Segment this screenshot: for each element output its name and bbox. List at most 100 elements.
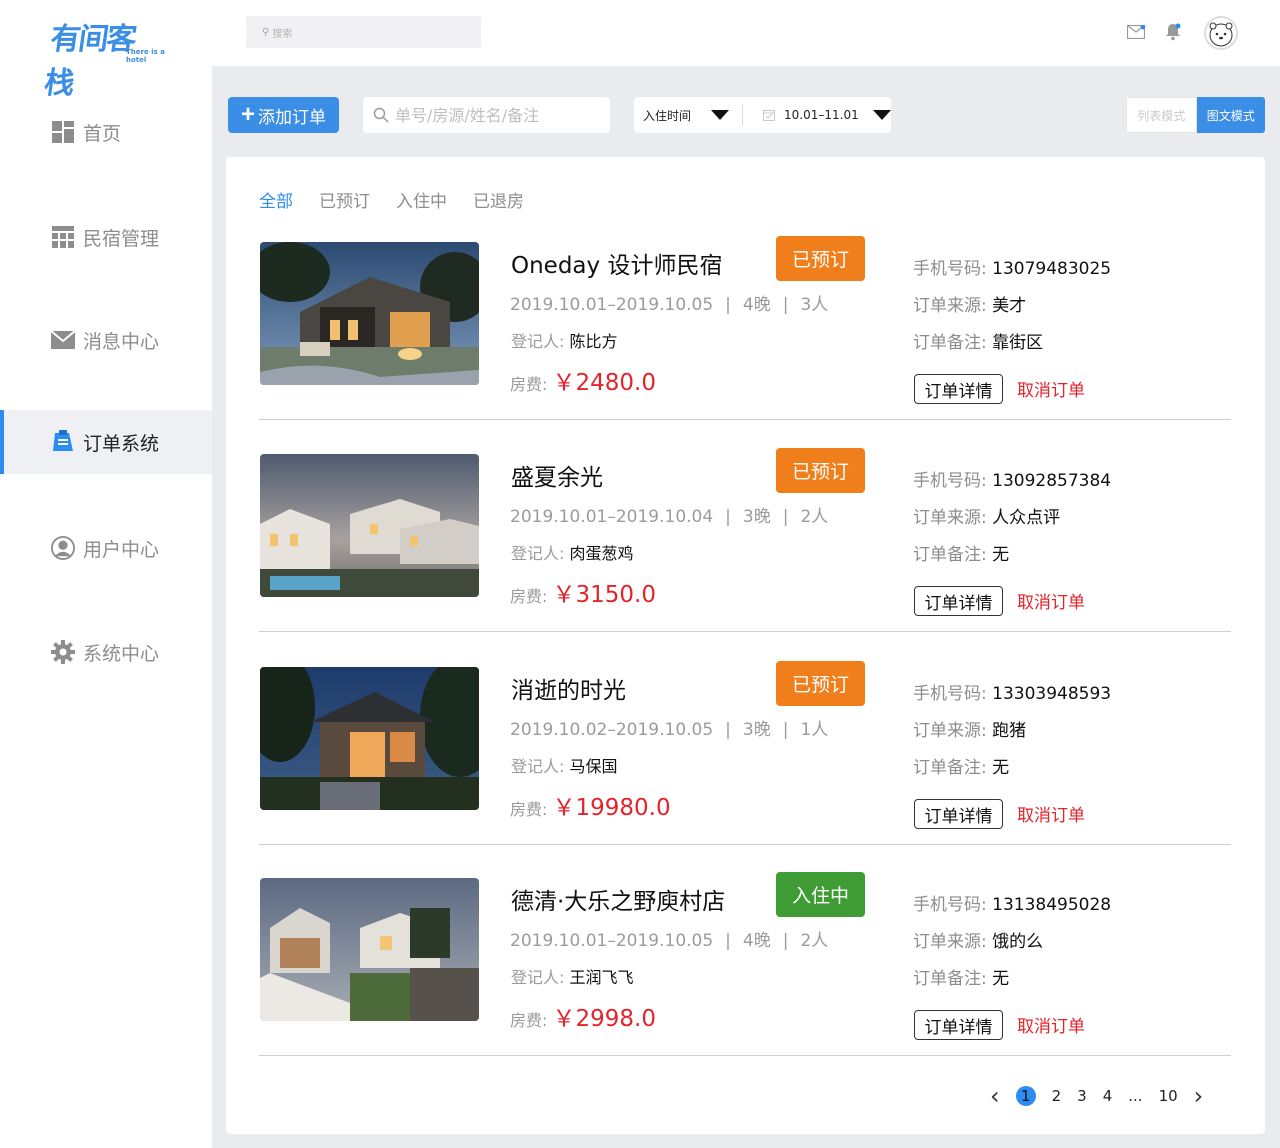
dashboard-grid-icon [51, 120, 75, 144]
remark-value: 无 [992, 969, 1010, 989]
source-value: 饿的么 [992, 932, 1044, 952]
view-mode-toggle: 列表模式 图文模式 [1126, 97, 1265, 133]
registrant-label: 登记人: [511, 544, 565, 563]
cancel-order-button[interactable]: 取消订单 [1017, 376, 1085, 401]
order-detail-button[interactable]: 订单详情 [914, 374, 1003, 404]
stay-nights: 4晚 [742, 931, 771, 951]
order-clipboard-icon [51, 430, 75, 454]
tab-checked-in[interactable]: 入住中 [396, 187, 447, 212]
phone-value: 13138495028 [992, 895, 1112, 915]
status-badge: 已预订 [776, 448, 865, 493]
gear-icon [51, 640, 75, 664]
bell-icon[interactable] [1163, 22, 1183, 42]
fee-label: 房费: [510, 800, 548, 819]
remark-row: 订单备注: 靠街区 [913, 328, 1043, 353]
phone-value: 13303948593 [992, 684, 1112, 704]
tab-booked[interactable]: 已预订 [319, 187, 370, 212]
app-logo[interactable]: 有间客栈 There is a hotel [42, 12, 165, 101]
order-detail-button[interactable]: 订单详情 [914, 799, 1003, 829]
property-photo[interactable] [260, 242, 479, 385]
divider [259, 631, 1231, 632]
plus-icon: + [240, 101, 255, 128]
search-icon [373, 107, 389, 123]
phone-label: 手机号码: [913, 895, 987, 915]
stay-meta: 2019.10.01–2019.10.04 | 3晚 | 2人 [510, 507, 829, 527]
phone-value: 13079483025 [992, 259, 1112, 279]
registrant-row: 登记人: 马保国 [511, 753, 618, 777]
order-detail-button[interactable]: 订单详情 [914, 1010, 1003, 1040]
fee-row: 房费: ￥2480.0 [510, 363, 656, 397]
fee-label: 房费: [510, 375, 548, 394]
stay-meta: 2019.10.01–2019.10.05 | 4晚 | 2人 [510, 931, 829, 951]
stay-guests: 2人 [800, 931, 829, 951]
cancel-order-button[interactable]: 取消订单 [1017, 1012, 1085, 1037]
status-badge: 已预订 [776, 661, 865, 706]
list-mode-button[interactable]: 列表模式 [1126, 97, 1197, 133]
property-photo[interactable] [260, 878, 479, 1021]
source-label: 订单来源: [913, 932, 987, 952]
tab-checked-out[interactable]: 已退房 [473, 187, 524, 212]
property-photo[interactable] [260, 454, 479, 597]
registrant-row: 登记人: 陈比方 [511, 328, 618, 352]
property-name: Oneday 设计师民宿 [511, 253, 723, 279]
global-search-input[interactable]: ⚲ 搜索 [246, 16, 481, 48]
checkin-time-select[interactable]: 入住时间 [634, 107, 742, 124]
page-1[interactable]: 1 [1015, 1086, 1036, 1106]
page-10[interactable]: 10 [1159, 1087, 1178, 1105]
add-order-label: 添加订单 [258, 107, 326, 127]
sidebar-item-system[interactable]: 系统中心 [0, 620, 212, 684]
source-row: 订单来源: 美才 [913, 291, 1026, 316]
source-label: 订单来源: [913, 721, 987, 741]
mail-icon[interactable] [1126, 22, 1146, 42]
cancel-order-button[interactable]: 取消订单 [1017, 801, 1085, 826]
logo-tagline: There is a hotel [126, 48, 165, 64]
sidebar-item-label: 系统中心 [83, 642, 160, 665]
tab-all[interactable]: 全部 [259, 187, 293, 212]
chevron-right-icon[interactable]: › [1194, 1084, 1204, 1108]
stay-nights: 4晚 [742, 295, 771, 315]
property-name: 消逝的时光 [511, 678, 626, 704]
remark-value: 无 [992, 758, 1010, 778]
top-bar: ⚲ 搜索 [212, 0, 1280, 66]
order-search-input[interactable] [395, 105, 595, 125]
phone-label: 手机号码: [913, 259, 987, 279]
checkin-time-label: 入住时间 [643, 108, 692, 123]
source-row: 订单来源: 饿的么 [913, 927, 1043, 952]
cancel-order-button[interactable]: 取消订单 [1017, 588, 1085, 613]
stay-nights: 3晚 [742, 507, 771, 527]
remark-row: 订单备注: 无 [913, 540, 1009, 565]
page-2[interactable]: 2 [1052, 1087, 1062, 1105]
user-circle-icon [51, 536, 75, 560]
sidebar-item-messages[interactable]: 消息中心 [0, 308, 212, 372]
sidebar-item-users[interactable]: 用户中心 [0, 516, 212, 580]
remark-row: 订单备注: 无 [913, 753, 1009, 778]
order-detail-button[interactable]: 订单详情 [914, 586, 1003, 616]
stay-dates: 2019.10.02–2019.10.05 [510, 720, 714, 740]
page-3[interactable]: 3 [1077, 1087, 1087, 1105]
phone-row: 手机号码: 13079483025 [913, 254, 1111, 279]
sidebar-item-home[interactable]: 首页 [0, 100, 212, 164]
registrant-label: 登记人: [511, 757, 565, 776]
remark-label: 订单备注: [913, 333, 987, 353]
image-mode-button[interactable]: 图文模式 [1196, 97, 1265, 133]
remark-label: 订单备注: [913, 758, 987, 778]
calendar-icon [763, 110, 775, 121]
date-range-select[interactable]: 10.01–11.01 [743, 108, 891, 122]
page-4[interactable]: 4 [1103, 1087, 1113, 1105]
sidebar-item-homestay[interactable]: 民宿管理 [0, 205, 212, 269]
sidebar-item-orders[interactable]: 订单系统 [0, 410, 212, 474]
source-label: 订单来源: [913, 296, 987, 316]
chevron-left-icon[interactable]: ‹ [990, 1084, 1000, 1108]
avatar-bear-icon [1209, 22, 1233, 47]
source-row: 订单来源: 人众点评 [913, 503, 1060, 528]
chevron-down-icon [872, 110, 891, 120]
price-value: ￥3150.0 [552, 582, 656, 608]
stay-meta: 2019.10.01–2019.10.05 | 4晚 | 3人 [510, 295, 829, 315]
property-photo[interactable] [260, 667, 479, 810]
sidebar: 有间客栈 There is a hotel 首页 民宿管理 消息中心 订单系统 … [0, 0, 212, 1148]
add-order-button[interactable]: + 添加订单 [228, 97, 339, 133]
pagination: ‹ 1 2 3 4 ... 10 › [990, 1081, 1219, 1111]
avatar[interactable] [1204, 16, 1238, 50]
stay-nights: 3晚 [742, 720, 771, 740]
price-value: ￥2480.0 [552, 370, 656, 396]
